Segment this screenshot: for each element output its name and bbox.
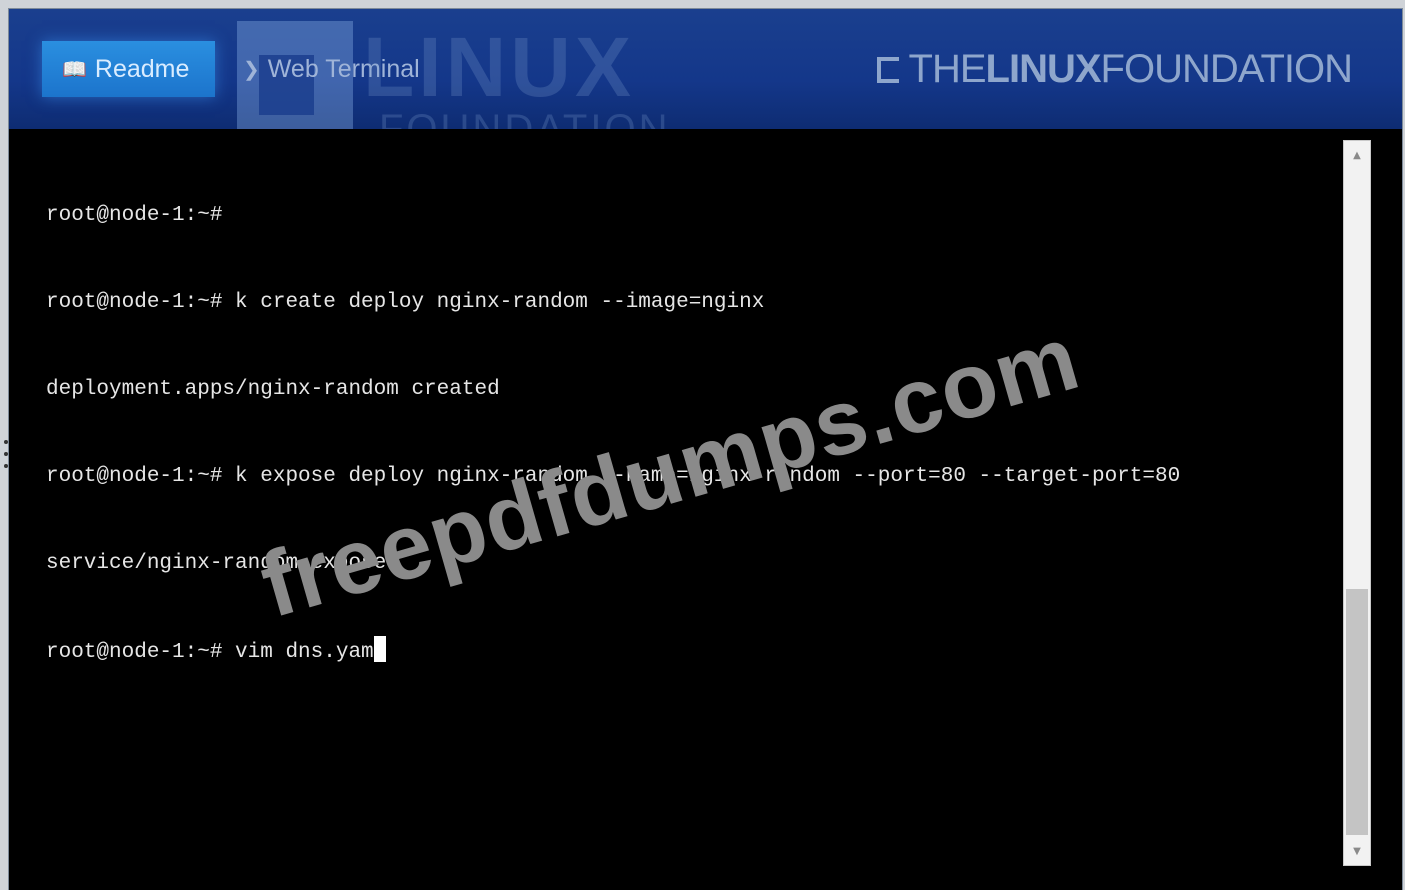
linux-foundation-brand: THE LINUX FOUNDATION: [876, 47, 1353, 92]
terminal-line: service/nginx-random exposed: [46, 552, 399, 575]
terminal-input-line[interactable]: root@node-1:~# vim dns.yam: [46, 636, 1180, 665]
terminal-line: root@node-1:~#: [46, 204, 223, 227]
scrollbar-thumb[interactable]: [1346, 589, 1368, 835]
watermark-logo-line2: FOUNDATION: [379, 107, 671, 129]
brand-linux: LINUX: [985, 47, 1102, 91]
brand-the: THE: [908, 47, 987, 91]
terminal-current-command: root@node-1:~# vim dns.yam: [46, 641, 374, 664]
scroll-down-icon[interactable]: ▼: [1344, 839, 1370, 863]
book-icon: 📖: [62, 58, 87, 81]
terminal-icon: ❯: [243, 58, 260, 81]
header-bar: 📖 Readme ❯ Web Terminal LINUX FOUNDATION…: [9, 9, 1402, 129]
lab-window: 📖 Readme ❯ Web Terminal LINUX FOUNDATION…: [8, 8, 1403, 890]
terminal-cursor: [373, 636, 386, 662]
terminal-line: root@node-1:~# k create deploy nginx-ran…: [46, 291, 765, 314]
linux-foundation-logo-icon: [876, 56, 899, 83]
screenshot-frame: 📖 Readme ❯ Web Terminal LINUX FOUNDATION…: [0, 0, 1405, 890]
terminal-scrollbar[interactable]: ▲ ▼: [1343, 140, 1371, 866]
tab-readme-label: Readme: [94, 54, 190, 83]
scroll-up-icon[interactable]: ▲: [1344, 143, 1370, 167]
watermark-logo-line1: LINUX: [363, 20, 635, 114]
terminal-output[interactable]: root@node-1:~# root@node-1:~# k create d…: [9, 129, 1342, 890]
brand-foundation: FOUNDATION: [1100, 47, 1353, 91]
tab-readme[interactable]: 📖 Readme: [42, 41, 215, 97]
